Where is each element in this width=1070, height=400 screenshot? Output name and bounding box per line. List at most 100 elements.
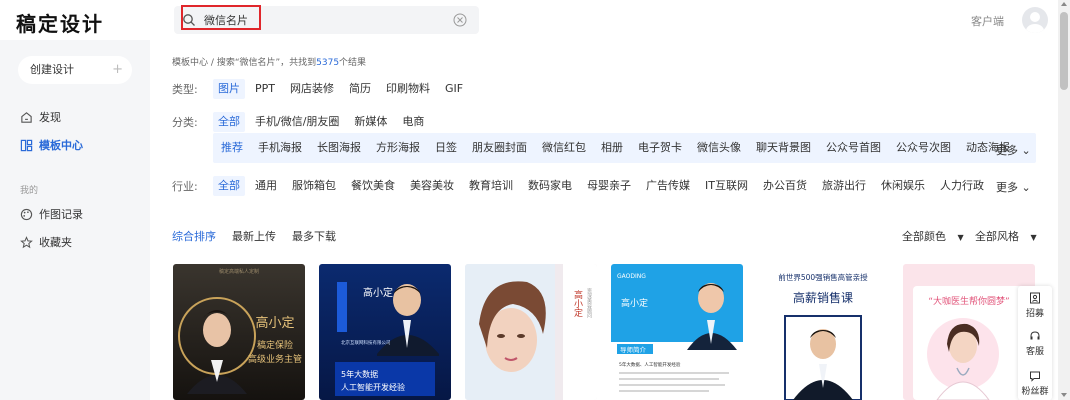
type-filter-label: 类型: xyxy=(172,83,198,96)
card-line: 5年大数据 xyxy=(341,369,378,379)
create-design-button[interactable]: 创建设计 + xyxy=(18,56,132,84)
sub-category-option[interactable]: 朋友圈封面 xyxy=(467,138,532,158)
grid-icon xyxy=(20,139,33,151)
template-card[interactable]: 高小定 稿定保险 高级业务主管 稿定高端私人定制 xyxy=(173,264,305,400)
industry-more-button[interactable]: 更多 ⌄ xyxy=(996,179,1031,195)
main-content: 模板中心 / 搜索“微信名片”，共找到5375个结果 类型: 图片 PPT 网店… xyxy=(150,40,1058,400)
sidebar-item-label: 模板中心 xyxy=(39,139,83,152)
card-line: 稿定高端私人定制 xyxy=(219,268,259,275)
breadcrumb: 模板中心 / 搜索“微信名片”，共找到5375个结果 xyxy=(172,55,366,68)
fan-group-button[interactable]: 粉丝群 xyxy=(1018,370,1052,397)
sidebar-item-history[interactable]: 作图记录 xyxy=(20,205,83,223)
customer-service-label: 客服 xyxy=(1025,347,1044,357)
sub-category-option[interactable]: 聊天背景图 xyxy=(751,138,816,158)
scrollbar-thumb[interactable] xyxy=(1060,12,1068,90)
fan-group-label: 粉丝群 xyxy=(1021,387,1049,397)
customer-service-button[interactable]: 客服 xyxy=(1018,330,1052,357)
category-option-ecommerce[interactable]: 电商 xyxy=(397,112,429,132)
type-option-gif[interactable]: GIF xyxy=(440,79,468,99)
sub-category-option[interactable]: 长图海报 xyxy=(312,138,366,158)
recruit-icon xyxy=(1030,292,1040,304)
industry-option[interactable]: 美容美妆 xyxy=(405,176,459,196)
industry-option[interactable]: 服饰箱包 xyxy=(287,176,341,196)
sub-category-option[interactable]: 公众号次图 xyxy=(891,138,956,158)
sort-option-newest[interactable]: 最新上传 xyxy=(232,228,276,244)
home-icon xyxy=(21,111,32,123)
sort-option-default[interactable]: 综合排序 xyxy=(172,228,216,244)
template-thumbnail: 前世界500强销售高管亲授 高薪销售课 xyxy=(757,264,889,400)
industry-option[interactable]: 教育培训 xyxy=(464,176,518,196)
sort-option-downloads[interactable]: 最多下载 xyxy=(292,228,336,244)
type-option-ppt[interactable]: PPT xyxy=(250,79,280,99)
card-line: 高级业务主管 xyxy=(248,353,302,365)
card-line: 前世界500强销售高管亲授 xyxy=(778,272,868,282)
type-option-shop[interactable]: 网店装修 xyxy=(285,79,339,99)
category-more-button[interactable]: 更多 ⌄ xyxy=(996,142,1031,158)
more-label: 更多 xyxy=(996,181,1018,194)
sub-category-option[interactable]: 推荐 xyxy=(216,138,248,158)
card-line: GAODING xyxy=(617,273,646,280)
chat-icon xyxy=(1030,371,1040,382)
industry-option[interactable]: 旅游出行 xyxy=(817,176,871,196)
industry-filter-row: 行业: 全部 通用 服饰箱包 餐饮美食 美容美妆 教育培训 数码家电 母婴亲子 … xyxy=(172,176,994,196)
industry-option[interactable]: 餐饮美食 xyxy=(346,176,400,196)
scroll-up-arrow-icon[interactable] xyxy=(1061,2,1067,6)
category-option-new-media[interactable]: 新媒体 xyxy=(349,112,392,132)
sub-category-option[interactable]: 手机海报 xyxy=(253,138,307,158)
avatar[interactable] xyxy=(1022,7,1048,33)
sidebar-section-title: 我的 xyxy=(20,186,39,196)
industry-option[interactable]: 通用 xyxy=(250,176,282,196)
sub-category-option[interactable]: 方形海报 xyxy=(371,138,425,158)
sub-category-option[interactable]: 日签 xyxy=(430,138,462,158)
scroll-down-arrow-icon[interactable] xyxy=(1061,393,1067,397)
template-card[interactable]: 高小定 北京互联网科技有限公司 5年大数据 人工智能开发经验 xyxy=(319,264,451,400)
recruit-button[interactable]: 招募 xyxy=(1018,292,1052,319)
style-filter-label: 全部风格 xyxy=(975,230,1019,243)
category-option-mobile[interactable]: 手机/微信/朋友圈 xyxy=(250,112,344,132)
search-icon[interactable] xyxy=(182,13,196,27)
search-bar[interactable] xyxy=(174,5,479,34)
template-card[interactable]: 高小定 资深美容顾问 xyxy=(465,264,597,400)
color-filter-dropdown[interactable]: 全部颜色 ▼ xyxy=(902,228,964,244)
sub-category-option[interactable]: 相册 xyxy=(596,138,628,158)
sub-category-option[interactable]: 电子贺卡 xyxy=(633,138,687,158)
caret-down-icon: ▼ xyxy=(957,233,964,242)
industry-option[interactable]: 广告传媒 xyxy=(641,176,695,196)
sub-category-option[interactable]: 微信头像 xyxy=(692,138,746,158)
breadcrumb-prefix: 搜索“微信名片”，共找到 xyxy=(216,58,317,68)
industry-option[interactable]: 休闲娱乐 xyxy=(876,176,930,196)
floating-toolbar: 招募 客服 粉丝群 xyxy=(1018,286,1052,400)
search-input[interactable] xyxy=(204,10,444,30)
industry-option[interactable]: 全部 xyxy=(213,176,245,196)
template-card[interactable]: “大咖医生帮你圆梦” xyxy=(903,264,1035,400)
category-option-all[interactable]: 全部 xyxy=(213,112,245,132)
client-download-link[interactable]: 客户端 xyxy=(971,13,1004,29)
breadcrumb-suffix: 个结果 xyxy=(339,58,367,68)
sidebar-item-favorites[interactable]: 收藏夹 xyxy=(20,233,72,251)
industry-option[interactable]: 数码家电 xyxy=(523,176,577,196)
breadcrumb-root[interactable]: 模板中心 xyxy=(172,58,208,68)
industry-option[interactable]: 办公百货 xyxy=(758,176,812,196)
type-option-image[interactable]: 图片 xyxy=(213,79,245,99)
industry-option[interactable]: IT互联网 xyxy=(700,176,753,196)
template-card[interactable]: GAODING 高小定 导师简介 5年大数据、人工智能开发经验 xyxy=(611,264,743,400)
palette-icon xyxy=(20,208,33,220)
template-card[interactable]: 前世界500强销售高管亲授 高薪销售课 xyxy=(757,264,889,400)
sub-category-option[interactable]: 公众号首图 xyxy=(821,138,886,158)
type-option-resume[interactable]: 简历 xyxy=(344,79,376,99)
sidebar-item-template-center[interactable]: 模板中心 xyxy=(20,136,83,154)
industry-option[interactable]: 人力行政 xyxy=(935,176,989,196)
card-name: 高小定 xyxy=(363,286,393,299)
app-logo[interactable]: 稿定设计 xyxy=(16,8,104,37)
type-option-print[interactable]: 印刷物料 xyxy=(381,79,435,99)
style-filter-dropdown[interactable]: 全部风格 ▼ xyxy=(975,228,1037,244)
card-line: “大咖医生帮你圆梦” xyxy=(928,295,1009,307)
result-count: 5375 xyxy=(316,58,340,68)
chevron-down-icon: ⌄ xyxy=(1021,144,1031,157)
scrollbar[interactable] xyxy=(1058,0,1070,400)
industry-option[interactable]: 母婴亲子 xyxy=(582,176,636,196)
sub-category-option[interactable]: 微信红包 xyxy=(537,138,591,158)
breadcrumb-separator: / xyxy=(210,58,214,68)
sidebar-item-discover[interactable]: 发现 xyxy=(20,108,61,126)
clear-icon[interactable] xyxy=(453,13,467,27)
